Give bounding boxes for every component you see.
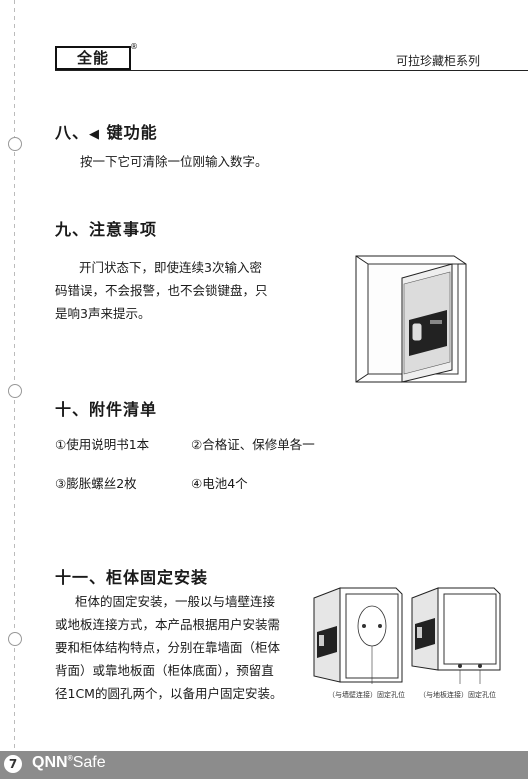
section-8-heading: 键功能 <box>100 123 158 142</box>
floor-mount-safe-illustration <box>411 587 501 684</box>
text-line: 是响3声来提示。 <box>55 306 151 321</box>
accessory-item: ③膨胀螺丝2枚 <box>55 476 137 491</box>
text-line: 开门状态下，即使连续3次输入密 <box>79 260 262 275</box>
logo-text: 全能 <box>76 49 109 67</box>
floor-caption: （与地板连接）固定孔位 <box>419 691 496 699</box>
brand-logo: 全能 <box>55 46 131 70</box>
section-8-body: 按一下它可清除一位刚输入数字。 <box>80 154 268 169</box>
binding-hole <box>8 137 22 151</box>
section-9-body: 开门状态下，即使连续3次输入密 码错误，不会报警，也不会锁键盘，只 是响3声来提… <box>55 256 295 325</box>
text-line: 柜体的固定安装，一般以与墙壁连接 <box>75 594 276 609</box>
footer-bar: 7 QNN®Safe <box>0 751 528 779</box>
wall-caption: （与墙壁连接）固定孔位 <box>328 691 405 699</box>
wall-mount-safe-illustration <box>313 587 403 684</box>
brand-name: QNN <box>32 754 68 771</box>
header-divider <box>55 70 528 71</box>
section-10-title: 十、附件清单 <box>55 400 158 419</box>
accessory-item: ④电池4个 <box>191 476 248 491</box>
brand-suffix: Safe <box>72 754 106 771</box>
text-line: 要和柜体结构特点，分别在靠墙面（柜体 <box>55 640 281 655</box>
binding-hole <box>8 384 22 398</box>
binding-hole <box>8 632 22 646</box>
series-title: 可拉珍藏柜系列 <box>395 54 480 68</box>
section-11-body: 柜体的固定安装，一般以与墙壁连接 或地板连接方式，本产品根据用户安装需 要和柜体… <box>55 590 305 705</box>
backspace-key-icon: ◀ <box>89 127 101 142</box>
accessory-item: ②合格证、保修单各一 <box>191 437 315 452</box>
open-safe-illustration <box>355 255 467 383</box>
footer-brand: QNN®Safe <box>32 754 106 772</box>
logo-registered-mark: ® <box>130 42 138 51</box>
page-number: 7 <box>4 755 22 773</box>
section-8-title: 八、◀ 键功能 <box>55 119 158 143</box>
text-line: 背面）或靠地板面（柜体底面），预留直 <box>55 663 274 678</box>
text-line: 径1CM的圆孔两个，以备用户固定安装。 <box>55 686 283 701</box>
section-8-number: 八、 <box>55 123 90 142</box>
text-line: 或地板连接方式，本产品根据用户安装需 <box>55 617 281 632</box>
accessory-item: ①使用说明书1本 <box>55 437 150 452</box>
section-11-title: 十一、柜体固定安装 <box>55 568 209 587</box>
text-line: 码错误，不会报警，也不会锁键盘，只 <box>55 283 268 298</box>
section-9-title: 九、注意事项 <box>55 220 158 239</box>
